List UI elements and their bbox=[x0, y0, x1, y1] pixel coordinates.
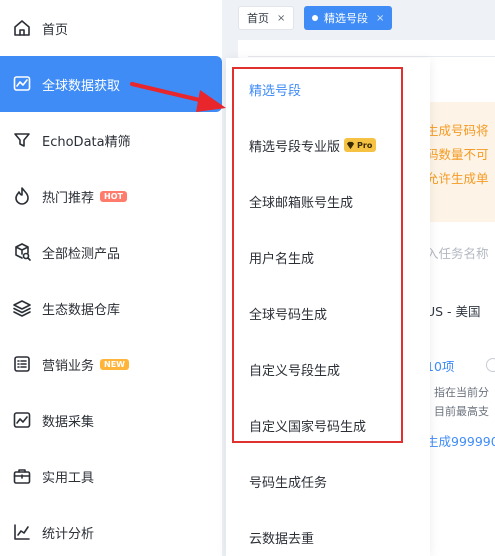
submenu-dropdown: 精选号段 精选号段专业版 Pro 全球邮箱账号生成 用户名生成 全球号码生成 自… bbox=[226, 58, 430, 556]
country-select[interactable]: US - 美国 bbox=[426, 301, 481, 320]
sidebar-item-collection[interactable]: 数据采集 bbox=[0, 392, 222, 448]
menu-item-label: 全球邮箱账号生成 bbox=[249, 195, 354, 211]
home-icon bbox=[12, 18, 32, 38]
menu-item-label: 精选号段 bbox=[249, 83, 302, 99]
sidebar-item-label: 全部检测产品 bbox=[42, 246, 121, 262]
tab-bar: 首页 × 精选号段 × bbox=[222, 0, 495, 36]
sidebar-item-products[interactable]: 全部检测产品 bbox=[0, 224, 222, 280]
new-badge: NEW bbox=[100, 358, 129, 370]
active-dot-icon bbox=[312, 15, 318, 21]
line-chart-icon bbox=[12, 410, 32, 430]
menu-item-username-gen[interactable]: 用户名生成 bbox=[226, 229, 430, 285]
menu-item-gen-tasks[interactable]: 号码生成任务 bbox=[226, 453, 430, 509]
toolbox-icon bbox=[12, 466, 32, 486]
close-icon[interactable]: × bbox=[376, 13, 384, 24]
menu-item-custom-segment[interactable]: 自定义号段生成 bbox=[226, 341, 430, 397]
sidebar-item-label: 首页 bbox=[42, 22, 69, 38]
tab-label: 精选号段 bbox=[324, 12, 368, 25]
sidebar-item-label: 营销业务 bbox=[42, 358, 95, 374]
pro-badge: Pro bbox=[344, 138, 377, 152]
red-arrow-icon bbox=[130, 82, 226, 112]
sidebar-item-label: 数据采集 bbox=[42, 414, 95, 430]
sidebar-item-label: 实用工具 bbox=[42, 470, 95, 486]
hint-text: 指在当前分 bbox=[434, 386, 489, 399]
sidebar-item-label: 热门推荐 bbox=[42, 190, 95, 206]
menu-item-number-gen[interactable]: 全球号码生成 bbox=[226, 285, 430, 341]
cube-search-icon bbox=[12, 242, 32, 262]
sidebar-item-tools[interactable]: 实用工具 bbox=[0, 448, 222, 504]
notice-line: 允许生成单 bbox=[426, 171, 489, 186]
menu-item-label: 自定义号段生成 bbox=[249, 363, 341, 379]
sidebar-item-label: 生态数据仓库 bbox=[42, 302, 121, 318]
menu-item-custom-country[interactable]: 自定义国家号码生成 bbox=[226, 397, 430, 453]
task-name-input[interactable]: 入任务名称 bbox=[426, 243, 489, 262]
menu-item-label: 全球号码生成 bbox=[249, 307, 328, 323]
tab-selected-segment[interactable]: 精选号段 × bbox=[304, 6, 393, 30]
pro-badge-label: Pro bbox=[357, 140, 373, 150]
menu-item-segment-pro[interactable]: 精选号段专业版 Pro bbox=[226, 117, 430, 173]
hint-text: 目前最高支 bbox=[434, 405, 489, 418]
tab-label: 首页 bbox=[247, 12, 269, 25]
menu-item-label: 用户名生成 bbox=[249, 251, 315, 267]
menu-item-label: 云数据去重 bbox=[249, 531, 315, 547]
stats-icon bbox=[12, 522, 32, 542]
hot-badge: HOT bbox=[100, 190, 127, 202]
sidebar-item-echodata[interactable]: EchoData精筛 bbox=[0, 112, 222, 168]
sidebar-item-label: EchoData精筛 bbox=[42, 134, 131, 150]
diamond-icon bbox=[346, 141, 355, 149]
menu-item-label: 号码生成任务 bbox=[249, 475, 328, 491]
sidebar-item-label: 统计分析 bbox=[42, 526, 95, 542]
menu-item-label: 精选号段专业版 bbox=[249, 139, 341, 155]
sidebar-item-home[interactable]: 首页 bbox=[0, 0, 222, 56]
menu-item-email-gen[interactable]: 全球邮箱账号生成 bbox=[226, 173, 430, 229]
sidebar-item-stats[interactable]: 统计分析 bbox=[0, 504, 222, 556]
generate-count-link[interactable]: 生成999990条 bbox=[426, 431, 495, 450]
list-icon bbox=[12, 354, 32, 374]
menu-item-label: 自定义国家号码生成 bbox=[249, 419, 367, 435]
sidebar-item-marketing[interactable]: 营销业务 NEW bbox=[0, 336, 222, 392]
sidebar-item-label: 全球数据获取 bbox=[42, 78, 121, 94]
count-link[interactable]: 10项 bbox=[426, 356, 454, 375]
app-root: 首页 全球数据获取 EchoData精筛 热门推荐 HOT 全部检测产品 生态数… bbox=[0, 0, 495, 556]
menu-item-selected-segment[interactable]: 精选号段 bbox=[226, 61, 430, 117]
layers-icon bbox=[12, 298, 32, 318]
fire-icon bbox=[12, 186, 32, 206]
divider bbox=[248, 56, 495, 57]
sidebar-item-warehouse[interactable]: 生态数据仓库 bbox=[0, 280, 222, 336]
radio-button[interactable] bbox=[486, 358, 495, 372]
filter-icon bbox=[12, 130, 32, 150]
tab-home[interactable]: 首页 × bbox=[238, 6, 295, 30]
notice-line: 生成号码将 bbox=[426, 123, 489, 138]
menu-item-dedupe[interactable]: 云数据去重 bbox=[226, 509, 430, 556]
notice-line: 码数量不可 bbox=[426, 147, 489, 162]
data-chart-icon bbox=[12, 74, 32, 94]
close-icon[interactable]: × bbox=[277, 13, 285, 24]
sidebar-item-hot[interactable]: 热门推荐 HOT bbox=[0, 168, 222, 224]
